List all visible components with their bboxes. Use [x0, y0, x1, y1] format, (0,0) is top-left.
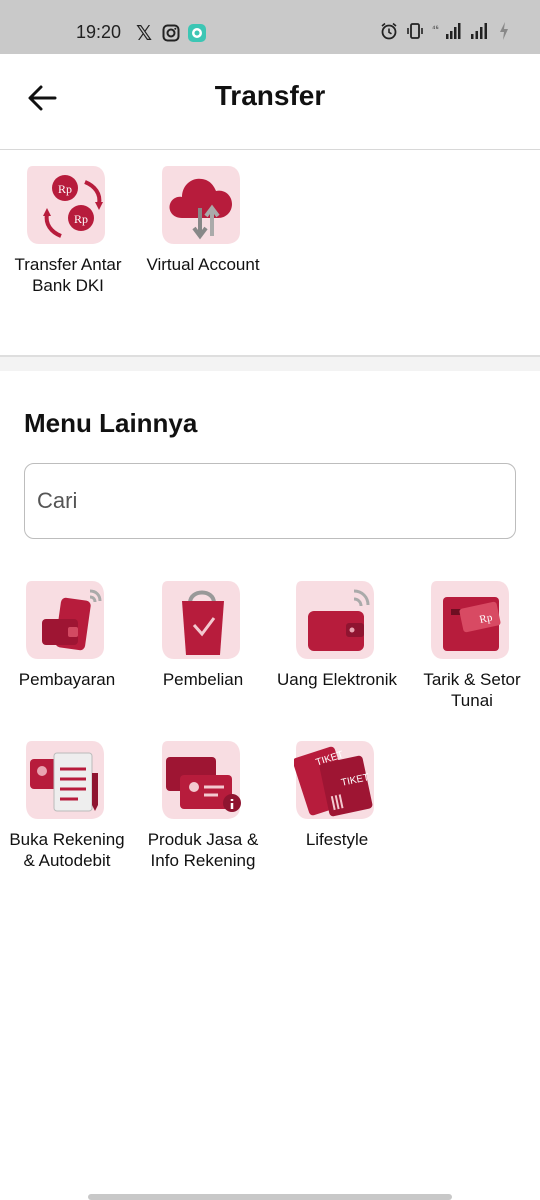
- svg-text:Rp: Rp: [74, 212, 88, 226]
- tile-label: Lifestyle: [305, 830, 369, 849]
- phone-wallet-icon: [26, 581, 104, 659]
- menu-tarik-setor-tunai[interactable]: Rp Tarik & Setor Tunai: [407, 575, 537, 711]
- vibrate-icon: [406, 22, 424, 45]
- tile-label: Virtual Account: [146, 255, 260, 274]
- ticket-icon: TIKET TIKET: [294, 741, 374, 819]
- chat-app-icon: [186, 22, 208, 44]
- tile-label: Pembelian: [162, 670, 244, 689]
- home-indicator[interactable]: [88, 1194, 452, 1200]
- menu-uang-elektronik[interactable]: Uang Elektronik: [272, 575, 402, 690]
- transfer-antar-bank-tile[interactable]: Rp Rp Transfer Antar Bank DKI: [3, 160, 133, 296]
- battery-charging-icon: [498, 21, 510, 46]
- status-bar: 19:20 𝕏 ⁴⁶: [0, 0, 540, 54]
- section-divider: [0, 355, 540, 371]
- document-card-icon: [26, 741, 104, 819]
- tile-label: Transfer Antar Bank DKI: [14, 255, 122, 295]
- rp-exchange-icon: Rp Rp: [27, 166, 105, 244]
- tile-label: Pembayaran: [18, 670, 116, 689]
- atm-cash-icon: Rp: [431, 581, 509, 659]
- section-title: Menu Lainnya: [24, 408, 198, 438]
- cloud-transfer-icon: [162, 166, 240, 244]
- tile-label: Uang Elektronik: [276, 670, 397, 689]
- menu-pembelian[interactable]: Pembelian: [138, 575, 268, 690]
- svg-text:Rp: Rp: [58, 182, 72, 196]
- tile-label: Produk Jasa & Info Rekening: [147, 830, 259, 870]
- instagram-icon: [160, 22, 182, 44]
- search-input[interactable]: [24, 463, 516, 539]
- menu-pembayaran[interactable]: Pembayaran: [2, 575, 132, 690]
- tile-label: Tarik & Setor Tunai: [423, 670, 521, 710]
- page-title: Transfer: [214, 80, 326, 111]
- info-card-icon: [162, 741, 241, 819]
- status-time: 19:20: [76, 22, 122, 42]
- e-wallet-icon: [296, 581, 374, 659]
- virtual-account-tile[interactable]: Virtual Account: [138, 160, 268, 275]
- signal-4g-icon: ⁴⁶: [432, 22, 462, 45]
- alarm-icon: [380, 22, 398, 45]
- menu-buka-rekening[interactable]: Buka Rekening & Autodebit: [2, 735, 132, 871]
- signal-icon: [470, 22, 490, 45]
- shopping-bag-icon: [162, 581, 240, 659]
- x-app-icon: 𝕏: [135, 22, 153, 45]
- menu-produk-jasa[interactable]: Produk Jasa & Info Rekening: [138, 735, 268, 871]
- tile-label: Buka Rekening & Autodebit: [9, 830, 125, 870]
- svg-text:⁴⁶: ⁴⁶: [432, 24, 439, 33]
- menu-lifestyle[interactable]: TIKET TIKET Lifestyle: [272, 735, 402, 850]
- app-bar: Transfer: [0, 54, 540, 150]
